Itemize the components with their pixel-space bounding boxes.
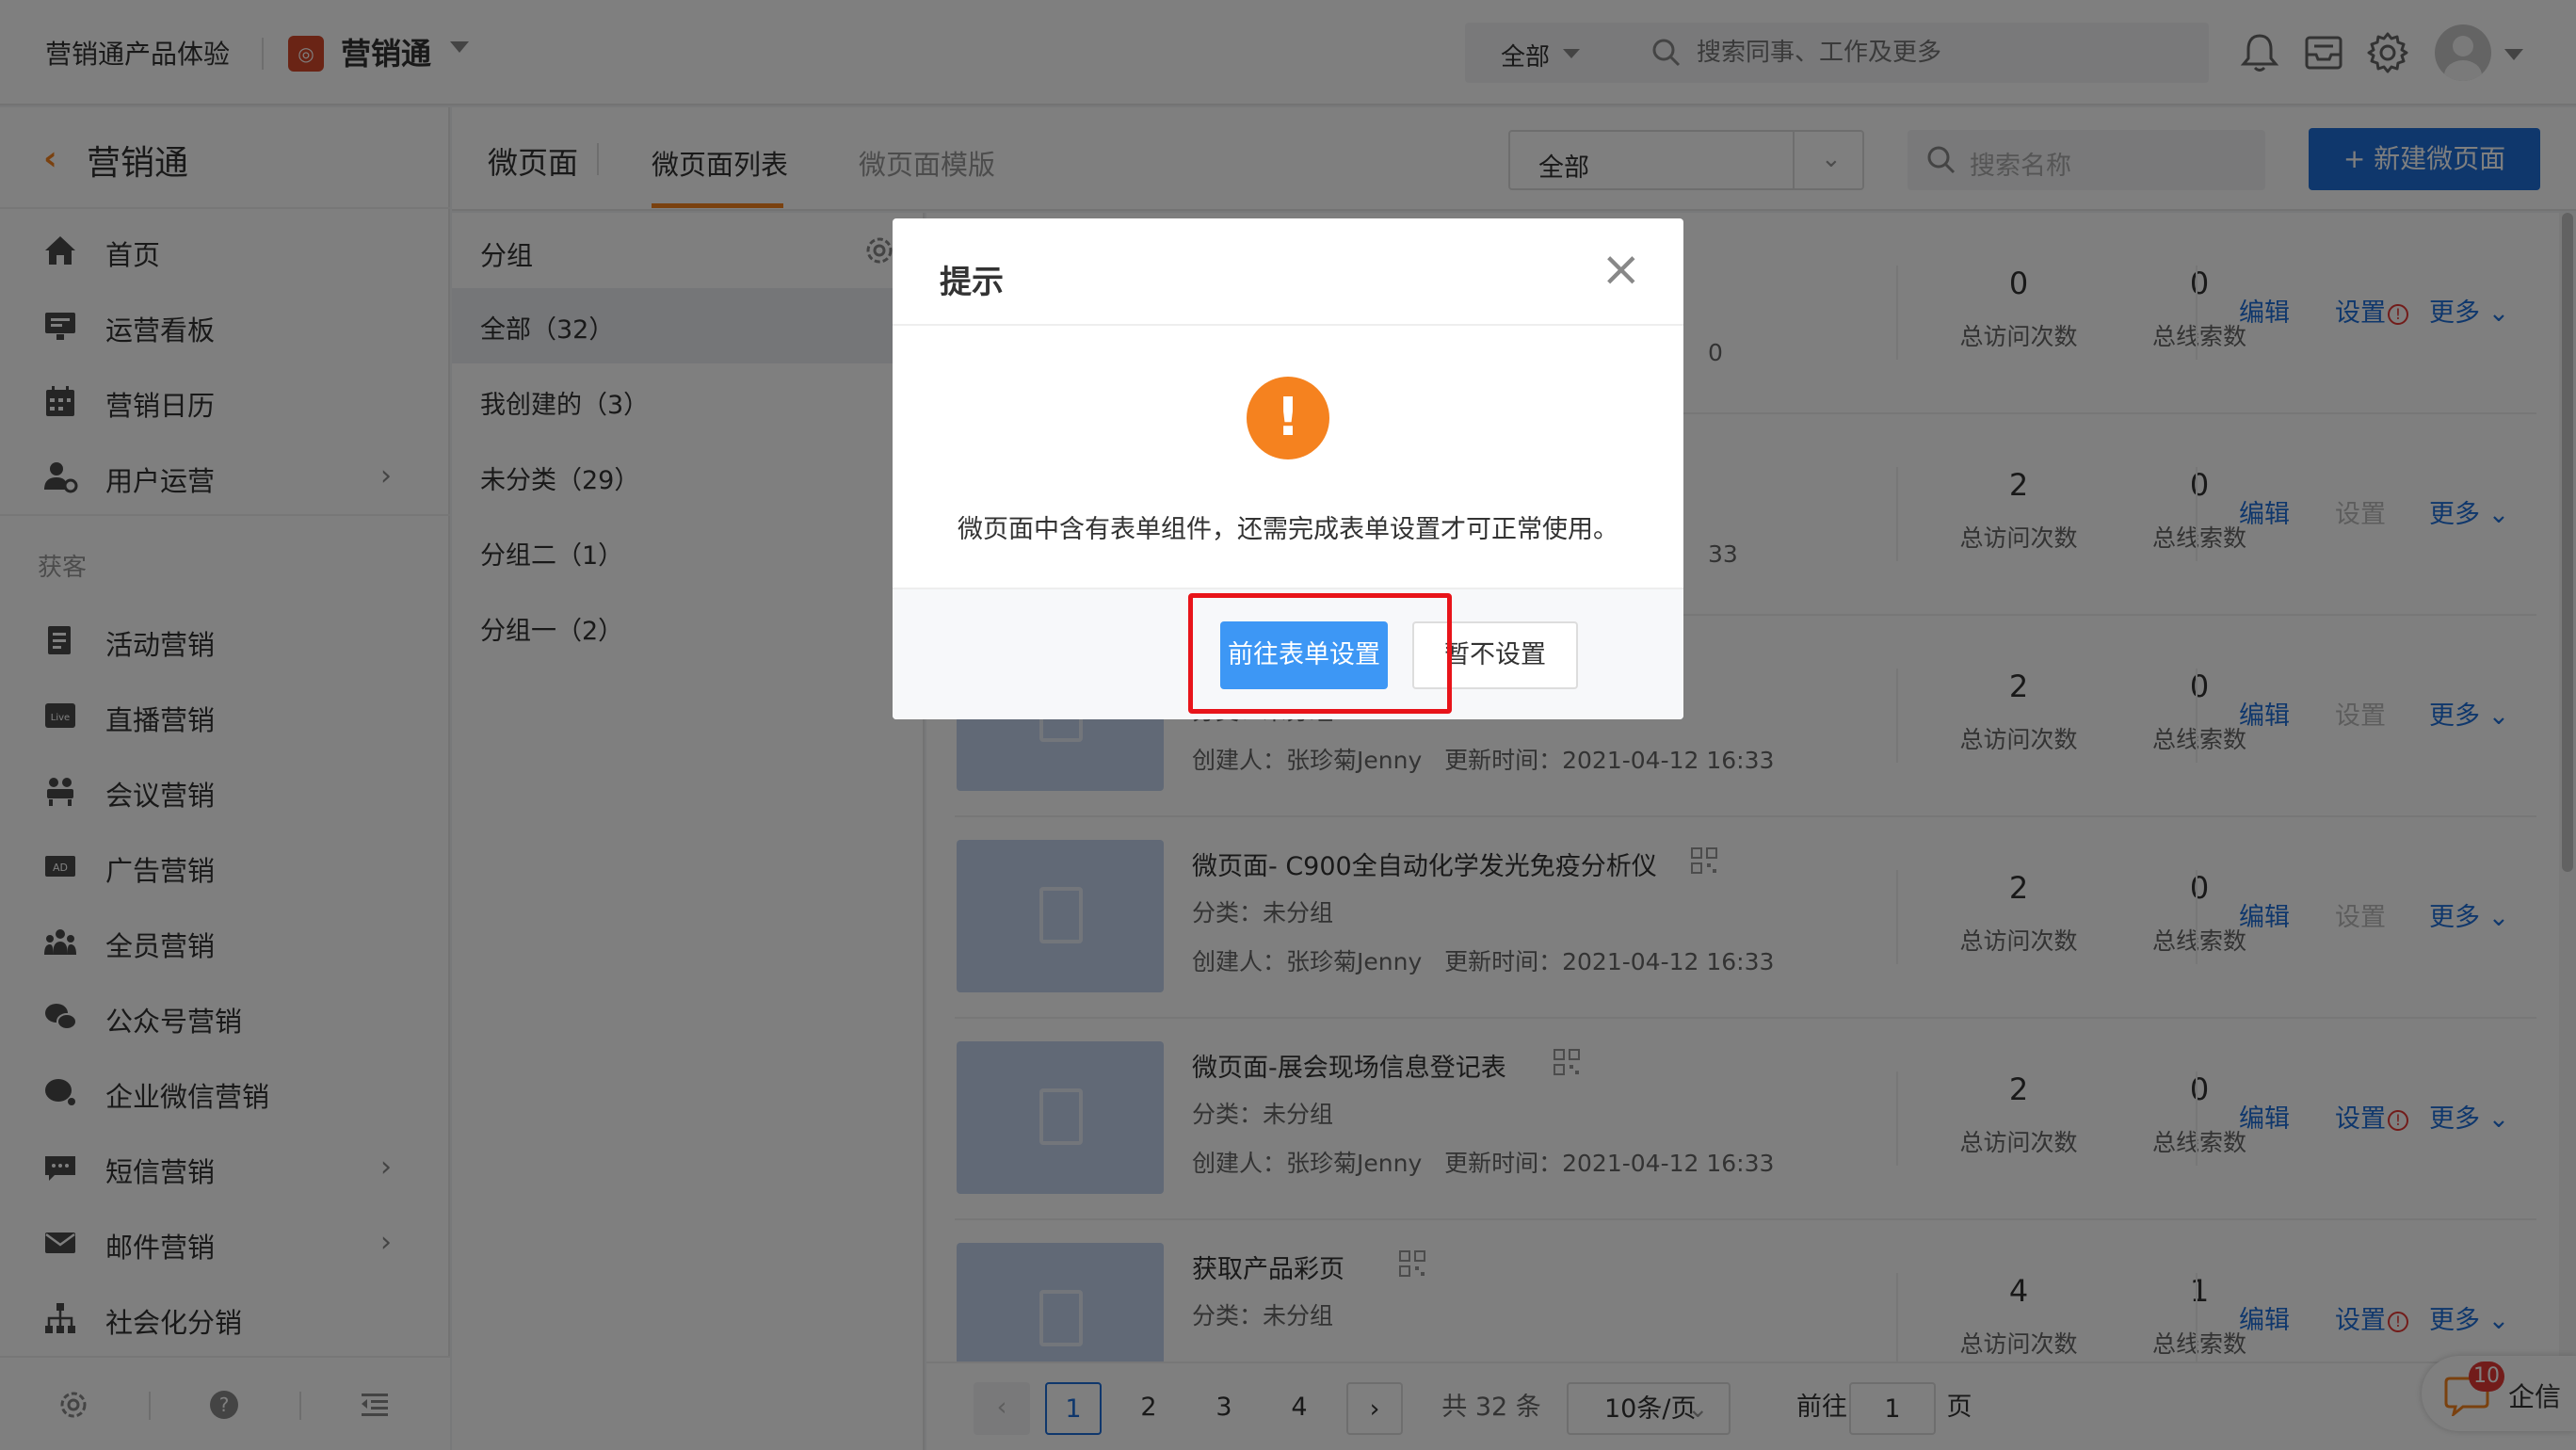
warning-exclamation-icon: ! [1247,377,1329,459]
highlight-box [1188,593,1452,714]
dialog-header: 提示 × [893,218,1683,326]
modal-overlay[interactable] [0,0,2576,1450]
close-icon[interactable]: × [1601,245,1642,294]
dialog-title: 提示 [940,264,1004,301]
dialog-message: 微页面中含有表单组件，还需完成表单设置才可正常使用。 [958,515,1618,544]
